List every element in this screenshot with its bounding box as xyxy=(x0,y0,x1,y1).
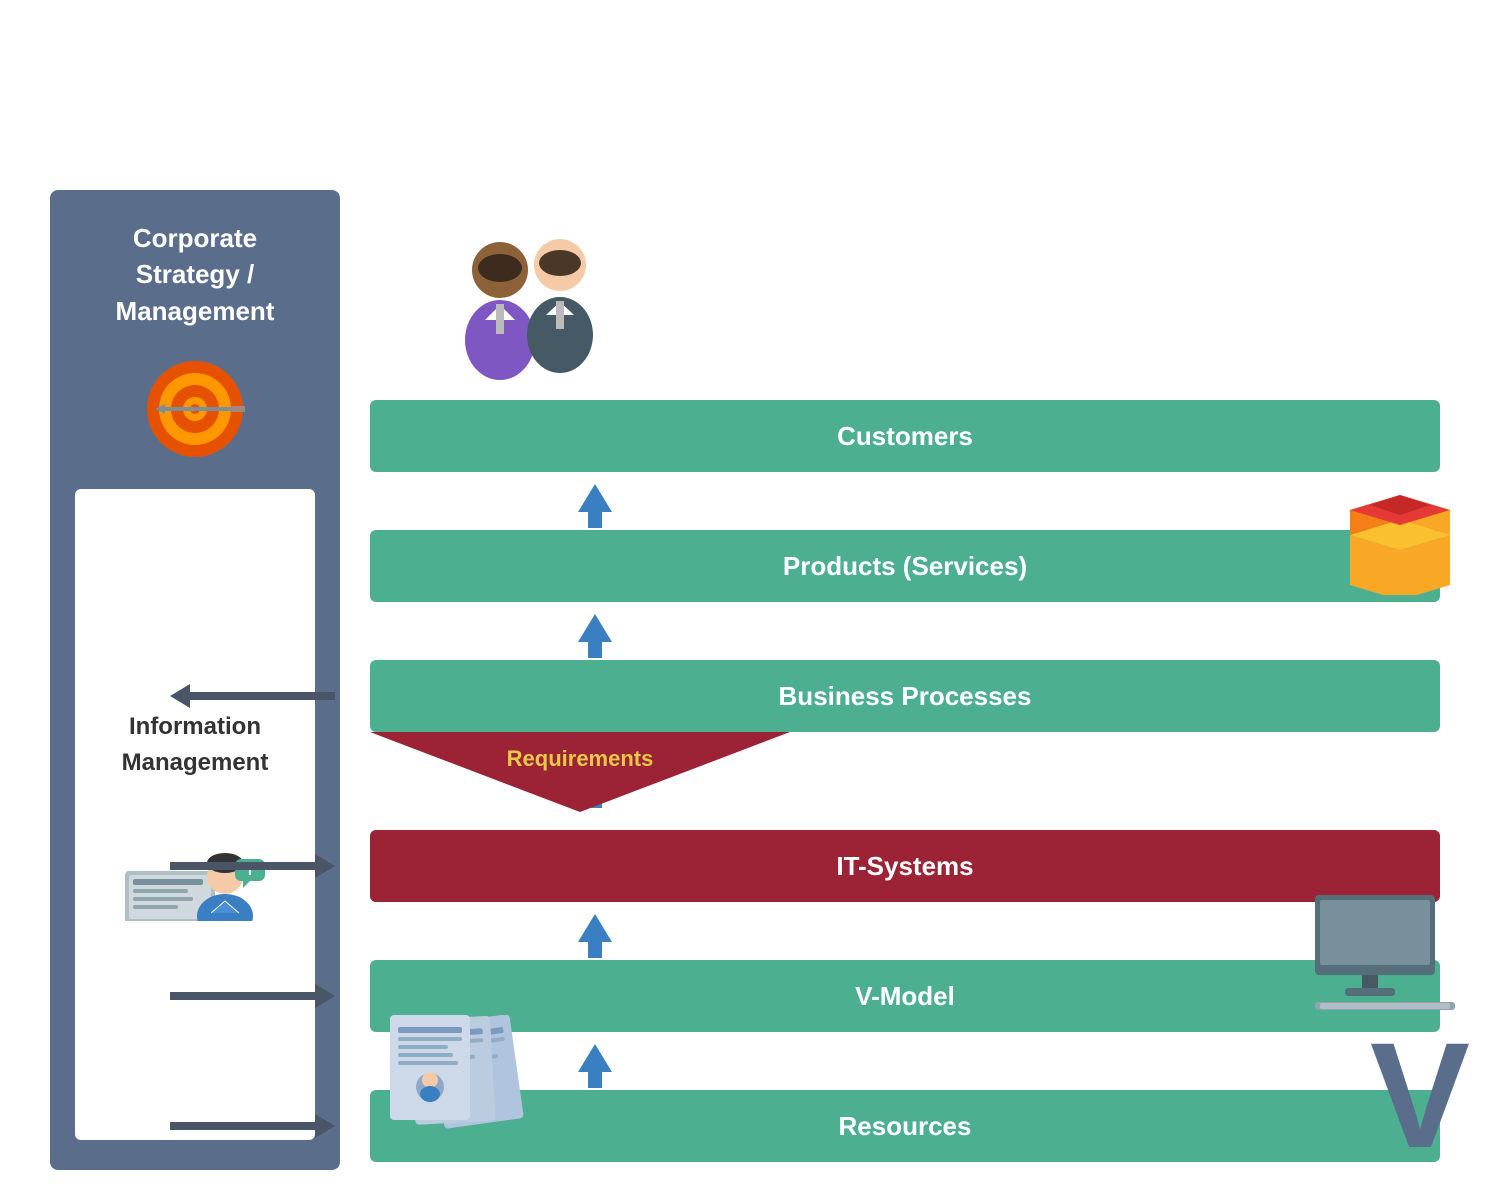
computer-icon xyxy=(1310,890,1460,1015)
customers-row: Customers xyxy=(370,400,1450,472)
right-arrow-vmodel xyxy=(170,978,355,1019)
it-systems-banner: IT-Systems xyxy=(370,830,1440,902)
main-area: V xyxy=(340,30,1450,1170)
up-arrow-4 xyxy=(370,910,1450,960)
left-arrow-business xyxy=(170,678,355,714)
resources-docs-icon xyxy=(390,1015,590,1200)
customers-persons-icon xyxy=(430,230,630,395)
target-icon xyxy=(145,359,245,459)
business-label: Business Processes xyxy=(779,681,1032,712)
business-banner: Business Processes xyxy=(370,660,1440,732)
requirements-triangle: Requirements xyxy=(370,732,790,817)
right-arrow-resources xyxy=(170,1108,355,1149)
diagram-container: CorporateStrategy /Management Informatio… xyxy=(50,30,1450,1170)
customers-banner: Customers xyxy=(370,400,1440,472)
it-systems-row: IT-Systems xyxy=(370,830,1450,902)
right-arrow-it1 xyxy=(170,848,355,884)
resources-label: Resources xyxy=(839,1111,972,1142)
it-systems-label: IT-Systems xyxy=(836,851,973,882)
up-arrow-1 xyxy=(370,480,1450,530)
info-management-box: InformationManagement xyxy=(75,489,315,1140)
products-banner: Products (Services) xyxy=(370,530,1440,602)
business-row: Business Processes xyxy=(370,660,1450,732)
it-systems-layer-group: IT-Systems xyxy=(370,830,1450,910)
products-row: Products (Services) xyxy=(370,530,1450,602)
v-model-label: V-Model xyxy=(855,981,955,1012)
products-label: Products (Services) xyxy=(783,551,1027,582)
corporate-label: CorporateStrategy /Management xyxy=(116,220,275,329)
products-box-icon xyxy=(1340,485,1460,600)
business-layer-group: Business Processes Requirements xyxy=(370,660,1450,740)
v-model-letter: V xyxy=(1370,1020,1470,1170)
svg-text:Requirements: Requirements xyxy=(507,746,654,771)
up-arrow-2 xyxy=(370,610,1450,660)
customers-label: Customers xyxy=(837,421,973,452)
info-management-label: InformationManagement xyxy=(122,709,269,781)
